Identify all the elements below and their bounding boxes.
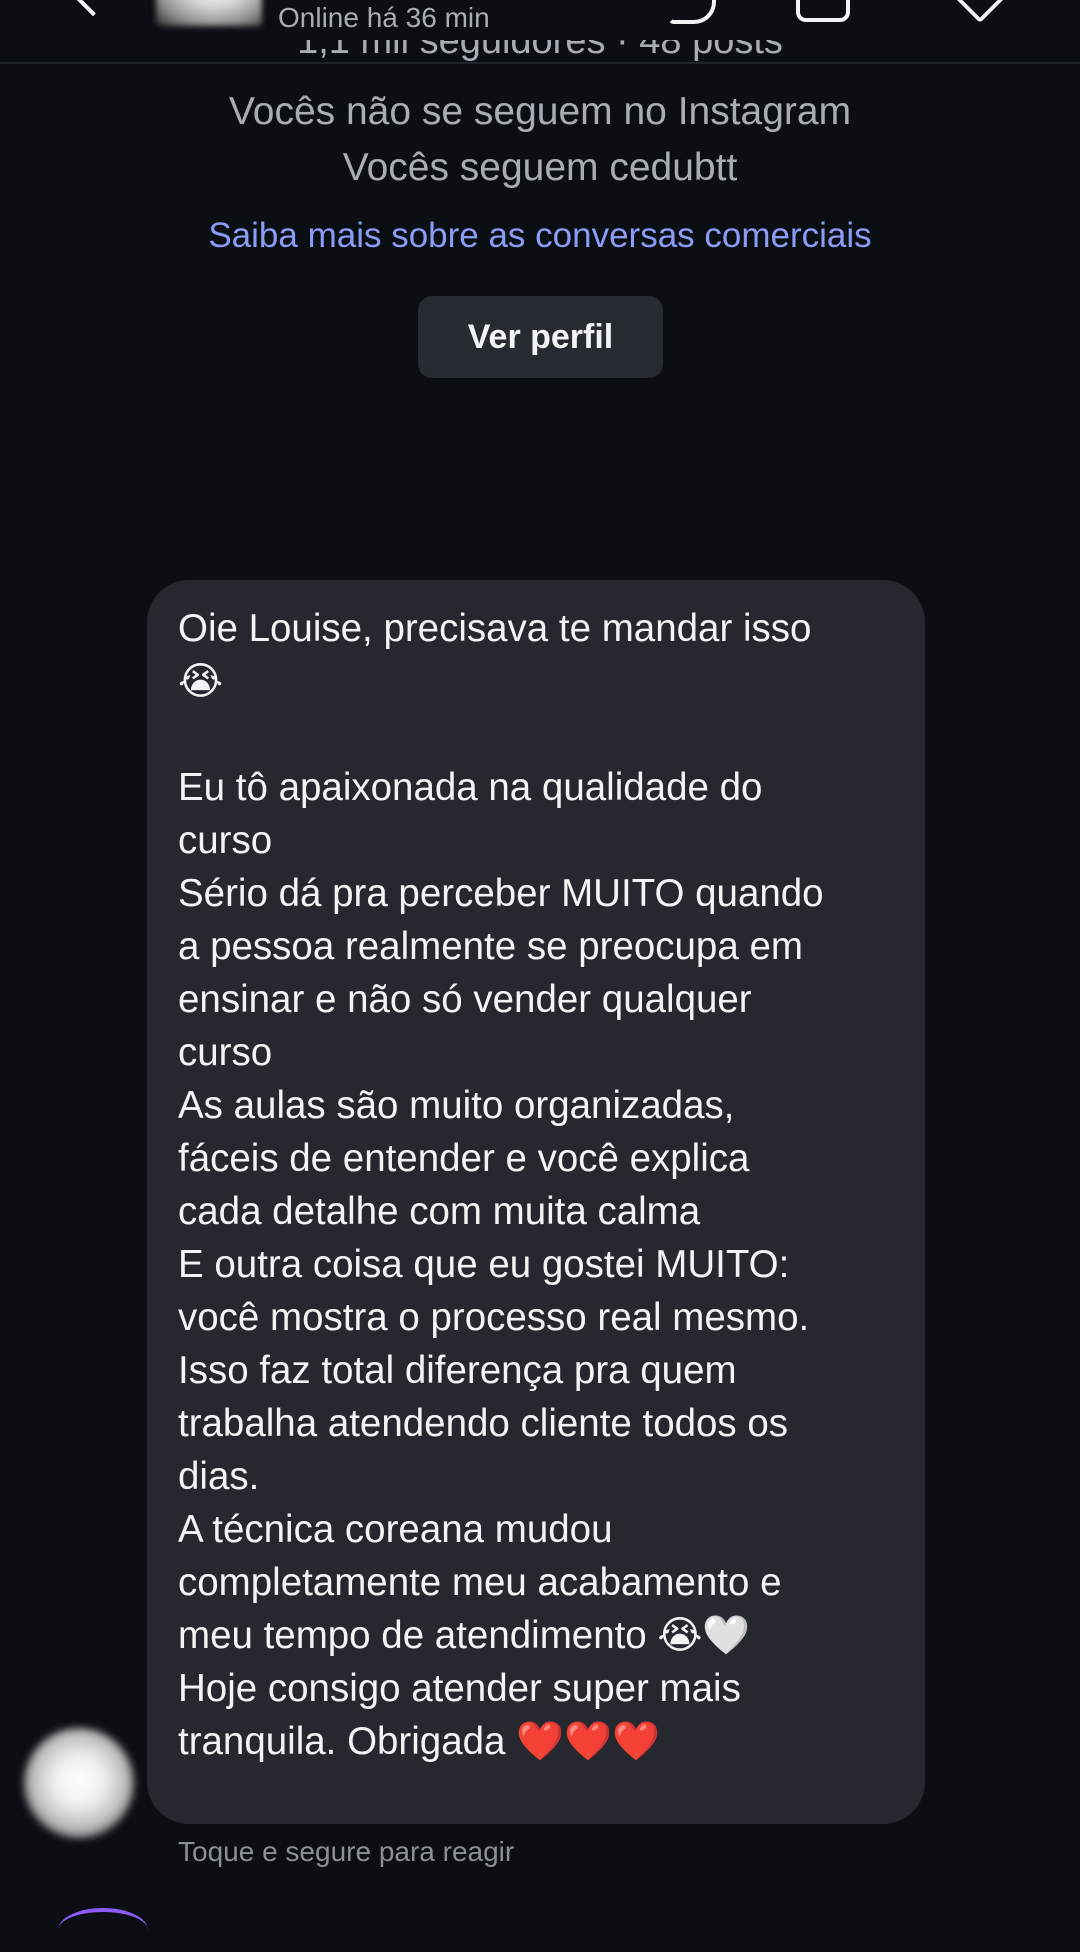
phone-icon[interactable] xyxy=(668,0,716,24)
follow-status: Vocês não se seguem no Instagram xyxy=(228,90,852,133)
online-status: Online há 36 min xyxy=(278,2,490,33)
message-text: Oie Louise, precisava te mandar isso 😭 E… xyxy=(178,607,824,1763)
followers-count: 1,1 mil seguidores · 48 posts xyxy=(0,40,1080,66)
composer-avatar xyxy=(58,1908,148,1952)
reaction-hint: Toque e segure para reagir xyxy=(178,1836,515,1867)
sender-avatar[interactable] xyxy=(24,1728,134,1838)
mutual-follow: Vocês seguem cedubtt xyxy=(342,146,738,189)
back-arrow-icon[interactable] xyxy=(71,0,115,17)
tag-icon[interactable] xyxy=(948,0,1012,24)
video-camera-icon[interactable] xyxy=(796,0,850,22)
view-profile-button[interactable]: Ver perfil xyxy=(418,296,663,378)
message-bubble[interactable]: Oie Louise, precisava te mandar isso 😭 E… xyxy=(147,580,925,1824)
business-conversations-link[interactable]: Saiba mais sobre as conversas comerciais xyxy=(0,214,1080,258)
header-avatar[interactable] xyxy=(156,0,262,26)
followers-text: 1,1 mil seguidores · 48 posts xyxy=(297,40,783,62)
